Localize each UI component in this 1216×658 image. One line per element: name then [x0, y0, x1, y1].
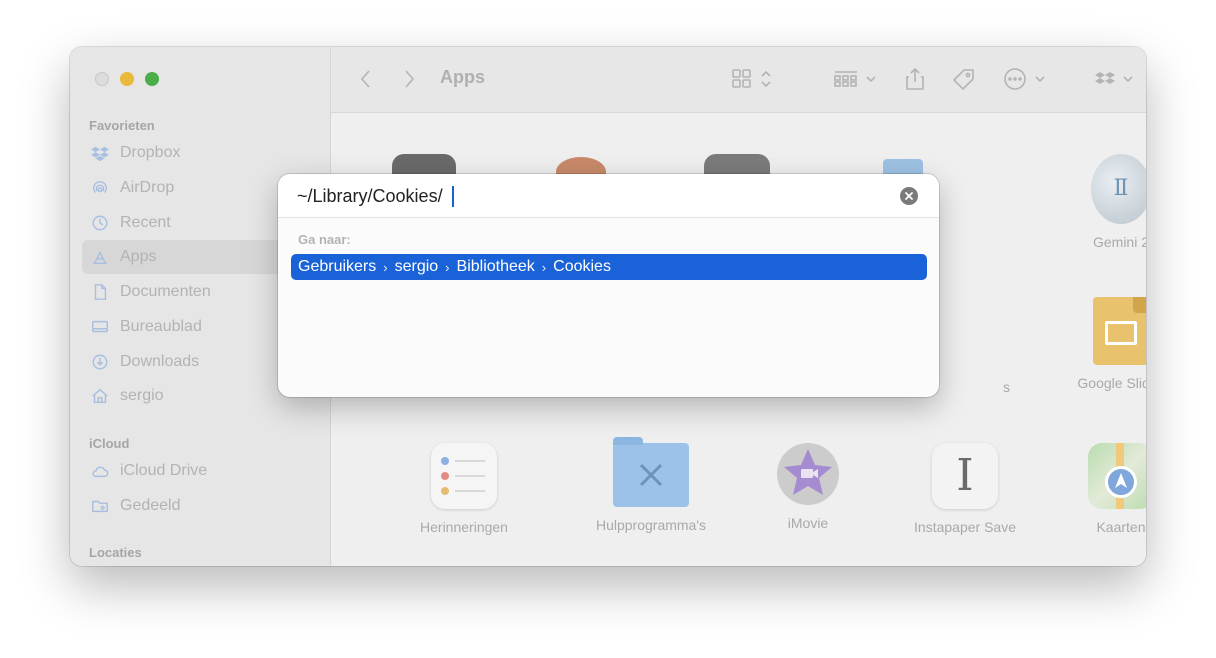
app-gemini-2[interactable]: Ⅱ Gemini 2: [1046, 154, 1146, 250]
tag-icon: [952, 69, 974, 91]
minimize-window-button[interactable]: [120, 72, 134, 86]
sidebar-item-label: Recent: [120, 214, 171, 231]
app-herinneringen[interactable]: Herinneringen: [389, 443, 539, 535]
reminders-icon: [431, 443, 497, 509]
gemini-app-icon: Ⅱ: [1091, 154, 1146, 224]
apps-icon: [90, 247, 110, 267]
breadcrumb-sergio: sergio: [394, 258, 439, 275]
app-label: Herinneringen: [420, 519, 508, 535]
home-icon: [90, 386, 110, 406]
app-hulpprogrammas[interactable]: Hulpprogramma's: [576, 437, 726, 533]
share-button[interactable]: [904, 67, 926, 91]
breadcrumb-separator: ›: [383, 259, 388, 275]
app-label: Gemini 2: [1092, 234, 1146, 250]
app-label: Instapaper Save: [914, 519, 1016, 535]
breadcrumb-cookies: Cookies: [553, 258, 611, 275]
cloud-icon: [90, 461, 110, 481]
download-icon: [90, 352, 110, 372]
go-to-folder-dialog: Ga naar: Gebruikers › sergio › Bibliothe…: [278, 174, 939, 397]
sidebar-section-icloud: iCloud: [89, 436, 130, 451]
sidebar-item-label: Apps: [120, 248, 157, 265]
back-button[interactable]: [358, 67, 374, 91]
app-imovie[interactable]: iMovie: [733, 443, 883, 531]
sidebar-item-label: AirDrop: [120, 179, 175, 196]
more-icon: [1004, 68, 1045, 90]
window-title: Apps: [440, 67, 485, 87]
imovie-icon: [777, 443, 839, 505]
app-kaarten[interactable]: Kaarten: [1046, 443, 1146, 535]
sidebar-section-favorites: Favorieten: [89, 118, 155, 133]
window-controls: [95, 72, 159, 86]
sidebar-item-label: sergio: [120, 387, 164, 404]
clear-input-button[interactable]: [900, 187, 918, 205]
maps-icon: [1088, 443, 1146, 509]
breadcrumb-separator: ›: [541, 259, 547, 275]
close-icon: [905, 192, 913, 200]
sidebar-item-label: Bureaublad: [120, 318, 202, 335]
chevron-right-icon: [405, 70, 415, 88]
path-input[interactable]: [297, 183, 877, 209]
app-instapaper-save[interactable]: I Instapaper Save: [890, 443, 1040, 535]
group-by-button[interactable]: [834, 67, 880, 91]
goto-label: Ga naar:: [298, 232, 351, 247]
sidebar-item-label: Documenten: [120, 283, 211, 300]
airdrop-icon: [90, 178, 110, 198]
sidebar-section-locations: Locaties: [89, 545, 142, 560]
sidebar-item-label: Downloads: [120, 353, 200, 370]
app-label: Hulpprogramma's: [595, 517, 707, 533]
breadcrumb-separator: ›: [445, 259, 450, 275]
text-cursor: [452, 186, 454, 207]
sidebar-item-icloud-drive[interactable]: iCloud Drive: [82, 454, 320, 488]
utilities-folder-icon: [613, 437, 689, 507]
grid-view-icon: [732, 69, 771, 88]
app-google-slides[interactable]: Google Slides: [1046, 297, 1146, 391]
maximize-window-button[interactable]: [145, 72, 159, 86]
view-mode-button[interactable]: [732, 67, 776, 91]
chevron-left-icon: [360, 70, 370, 88]
forward-button[interactable]: [401, 67, 417, 91]
sidebar-item-shared[interactable]: Gedeeld: [82, 489, 320, 523]
dropbox-icon: [90, 143, 110, 163]
sidebar-item-dropbox[interactable]: Dropbox: [82, 136, 320, 170]
path-suggestion[interactable]: Gebruikers › sergio › Bibliotheek › Cook…: [291, 254, 927, 280]
instapaper-icon: I: [932, 443, 998, 509]
dropbox-icon: [1095, 72, 1133, 84]
sidebar-item-label: Dropbox: [120, 144, 181, 161]
desktop-icon: [90, 317, 110, 337]
app-label: Google Slides: [1077, 375, 1146, 391]
sidebar-item-label: Gedeeld: [120, 497, 181, 514]
app-label: Kaarten: [1096, 519, 1146, 535]
tag-button[interactable]: [951, 67, 977, 91]
path-input-row: [278, 174, 939, 218]
breadcrumb-users: Gebruikers: [298, 258, 377, 275]
dropbox-toolbar-button[interactable]: [1094, 67, 1138, 91]
more-actions-button[interactable]: [1003, 67, 1049, 91]
toolbar: Apps: [331, 47, 1146, 113]
group-icon: [834, 71, 876, 87]
shared-folder-icon: [90, 496, 110, 516]
app-label: iMovie: [787, 515, 829, 531]
share-icon: [906, 67, 924, 90]
sidebar-item-label: iCloud Drive: [120, 462, 208, 479]
breadcrumb-library: Bibliotheek: [456, 258, 535, 275]
close-window-button[interactable]: [95, 72, 109, 86]
document-icon: [90, 282, 110, 302]
clock-icon: [90, 213, 110, 233]
google-slides-icon: [1093, 297, 1146, 365]
app-label-partial: s: [1003, 379, 1010, 395]
